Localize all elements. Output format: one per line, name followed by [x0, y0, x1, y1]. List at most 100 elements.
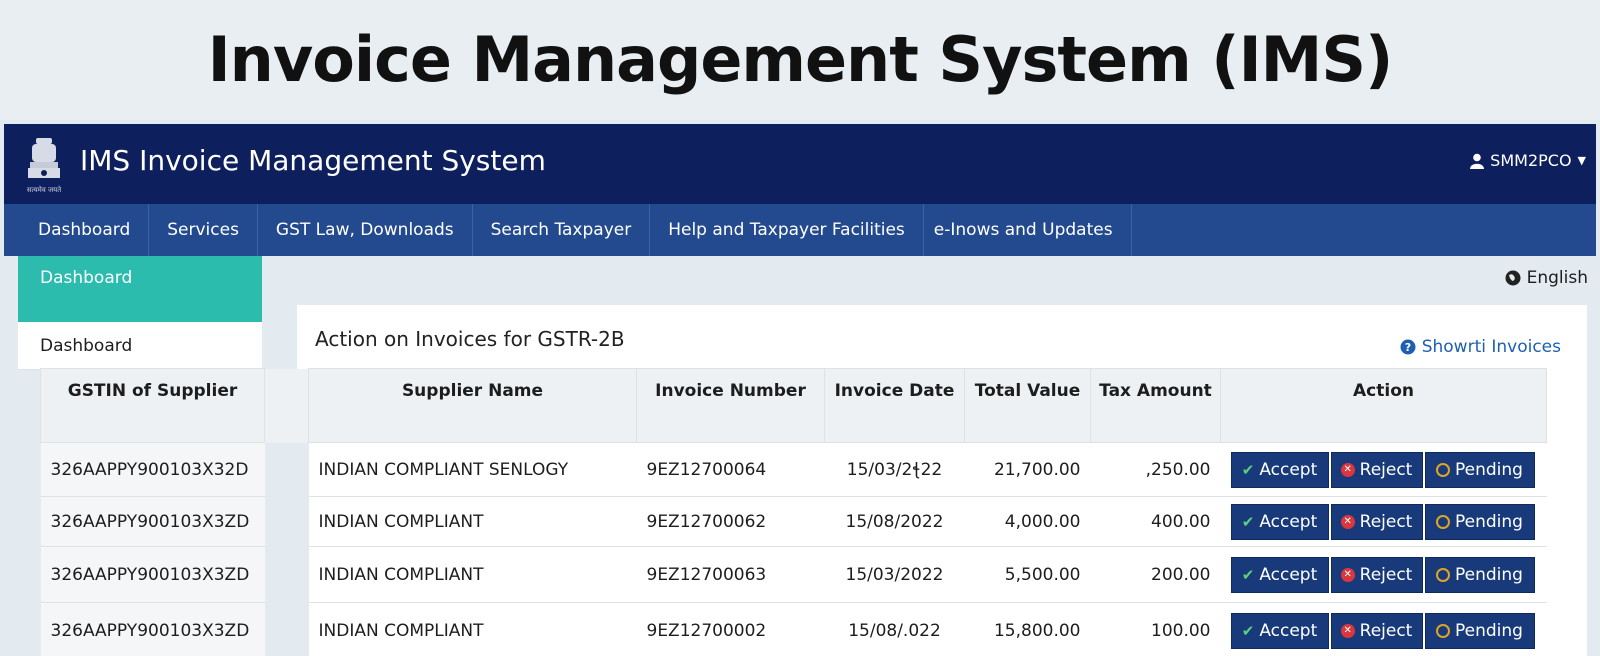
cell-total-value: 5,500.00 [964, 546, 1091, 603]
check-icon: ✔ [1241, 621, 1255, 640]
show-invoices-link[interactable]: ? Showrti Invoices [1400, 337, 1561, 357]
header-supplier-name: Supplier Name [308, 368, 637, 443]
pending-button[interactable]: Pending [1424, 612, 1535, 649]
question-icon: ? [1400, 339, 1416, 355]
reject-label: Reject [1359, 620, 1413, 641]
accept-button[interactable]: ✔ Accept [1230, 451, 1329, 488]
cell-supplier-name: INDIAN COMPLIANT [308, 496, 637, 547]
cell-gstin: 326AAPPY900103X3ZD [40, 602, 265, 656]
accept-button[interactable]: ✔ Accept [1230, 556, 1329, 593]
cell-actions: ✔ Accept ✕ Reject Pending [1220, 442, 1547, 497]
cell-tax-amount: ,250.00 [1090, 442, 1221, 497]
pending-button[interactable]: Pending [1424, 451, 1535, 488]
cell-invoice-number: 9EZ12700002 [636, 602, 825, 656]
cell-actions: ✔ Accept ✕ Reject Pending [1220, 602, 1547, 656]
pending-label: Pending [1455, 564, 1523, 585]
cell-total-value: 4,000.00 [964, 496, 1091, 547]
header-total-value: Total Value [964, 368, 1091, 443]
cell-invoice-number: 9EZ12700064 [636, 442, 825, 497]
cell-invoice-date: 15/08/2022 [824, 496, 965, 547]
accept-label: Accept [1259, 459, 1318, 480]
user-menu[interactable]: SMM2PCO ▼ [1470, 124, 1586, 198]
nav-search-taxpayer[interactable]: Search Taxpayer [473, 204, 651, 256]
accept-label: Accept [1259, 511, 1318, 532]
language-label: English [1526, 268, 1588, 288]
reject-icon: ✕ [1340, 567, 1355, 582]
sidebar-item-dashboard[interactable]: Dashboard [18, 322, 262, 370]
scroll-up-icon[interactable] [1540, 568, 1564, 582]
reject-icon: ✕ [1340, 462, 1355, 477]
pending-label: Pending [1455, 620, 1523, 641]
main-nav: Dashboard Services GST Law, Downloads Se… [4, 204, 1596, 256]
cell-supplier-name: INDIAN COMPLIANT [308, 602, 637, 656]
clock-icon [1436, 514, 1451, 529]
table-row: 326AAPPY900103X3ZD INDIAN COMPLIANT 9EZ1… [40, 546, 1547, 603]
show-invoices-label: Showrti Invoices [1421, 337, 1561, 357]
table-row: 326AAPPY900103X3ZD INDIAN COMPLIANT 9EZ1… [40, 496, 1547, 547]
nav-news-updates[interactable]: e-Inows and Updates [924, 204, 1132, 256]
header-invoice-date: Invoice Date [824, 368, 965, 443]
nav-gst-law-downloads[interactable]: GST Law, Downloads [258, 204, 473, 256]
cell-invoice-number: 9EZ12700062 [636, 496, 825, 547]
nav-dashboard[interactable]: Dashboard [4, 204, 150, 256]
accept-button[interactable]: ✔ Accept [1230, 503, 1329, 540]
cell-supplier-name: INDIAN COMPLIANT SENLOGY [308, 442, 637, 497]
reject-label: Reject [1359, 459, 1413, 480]
cell-gstin: 326AAPPY900103X3ZD [40, 496, 265, 547]
caret-down-icon: ▼ [1577, 154, 1586, 167]
cell-tax-amount: 100.00 [1090, 602, 1221, 656]
panel-title: Action on Invoices for GSTR-2B [315, 327, 625, 351]
reject-button[interactable]: ✕ Reject [1330, 503, 1423, 540]
reject-button[interactable]: ✕ Reject [1330, 612, 1423, 649]
reject-button[interactable]: ✕ Reject [1330, 556, 1423, 593]
clock-icon [1436, 567, 1451, 582]
invoice-table: GSTIN of Supplier Supplier Name Invoice … [40, 368, 1547, 656]
cell-tax-amount: 200.00 [1090, 546, 1221, 603]
cell-actions: ✔ Accept ✕ Reject Pending [1220, 496, 1547, 547]
app-title: IMS Invoice Management System [80, 144, 546, 177]
column-gap [264, 442, 309, 497]
check-icon: ✔ [1241, 460, 1255, 479]
accept-label: Accept [1259, 564, 1318, 585]
cell-invoice-number: 9EZ12700063 [636, 546, 825, 603]
column-gap [264, 496, 309, 547]
table-row: 326AAPPY900103X3ZD INDIAN COMPLIANT 9EZ1… [40, 602, 1547, 656]
svg-text:?: ? [1405, 341, 1411, 354]
cell-supplier-name: INDIAN COMPLIANT [308, 546, 637, 603]
sidebar-item-dashboard-active[interactable]: Dashboard [18, 256, 262, 322]
reject-label: Reject [1359, 564, 1413, 585]
clock-icon [1436, 623, 1451, 638]
header-gstin: GSTIN of Supplier [40, 368, 265, 443]
cell-invoice-date: 15/03/2022 [824, 546, 965, 603]
cell-total-value: 15,800.00 [964, 602, 1091, 656]
accept-button[interactable]: ✔ Accept [1230, 612, 1329, 649]
cell-invoice-date: 15/03/2ꞎ22 [824, 442, 965, 497]
pending-label: Pending [1455, 511, 1523, 532]
header-action: Action [1220, 368, 1547, 443]
check-icon: ✔ [1241, 512, 1255, 531]
reject-icon: ✕ [1340, 514, 1355, 529]
column-gap [264, 546, 309, 603]
cell-tax-amount: 400.00 [1090, 496, 1221, 547]
column-gap [264, 368, 309, 443]
language-selector[interactable]: English [1505, 268, 1588, 288]
nav-services[interactable]: Services [149, 204, 258, 256]
reject-icon: ✕ [1340, 623, 1355, 638]
username: SMM2PCO [1490, 151, 1572, 170]
nav-help-facilities[interactable]: Help and Taxpayer Facilities [650, 204, 924, 256]
reject-button[interactable]: ✕ Reject [1330, 451, 1423, 488]
cell-gstin: 326AAPPY900103X3ZD [40, 546, 265, 603]
app-header: सत्यमेव जयते IMS Invoice Management Syst… [4, 124, 1596, 204]
header-invoice-number: Invoice Number [636, 368, 825, 443]
table-row: 326AAPPY900103X32D INDIAN COMPLIANT SENL… [40, 442, 1547, 497]
page-banner: Invoice Management System (IMS) [0, 0, 1600, 120]
cell-actions: ✔ Accept ✕ Reject Pending [1220, 546, 1547, 603]
banner-title: Invoice Management System (IMS) [207, 23, 1394, 96]
reject-label: Reject [1359, 511, 1413, 532]
pending-button[interactable]: Pending [1424, 556, 1535, 593]
emblem-icon [28, 138, 60, 178]
pending-button[interactable]: Pending [1424, 503, 1535, 540]
emblem-caption: सत्यमेव जयते [26, 186, 62, 194]
check-icon: ✔ [1241, 565, 1255, 584]
column-gap [264, 602, 309, 656]
